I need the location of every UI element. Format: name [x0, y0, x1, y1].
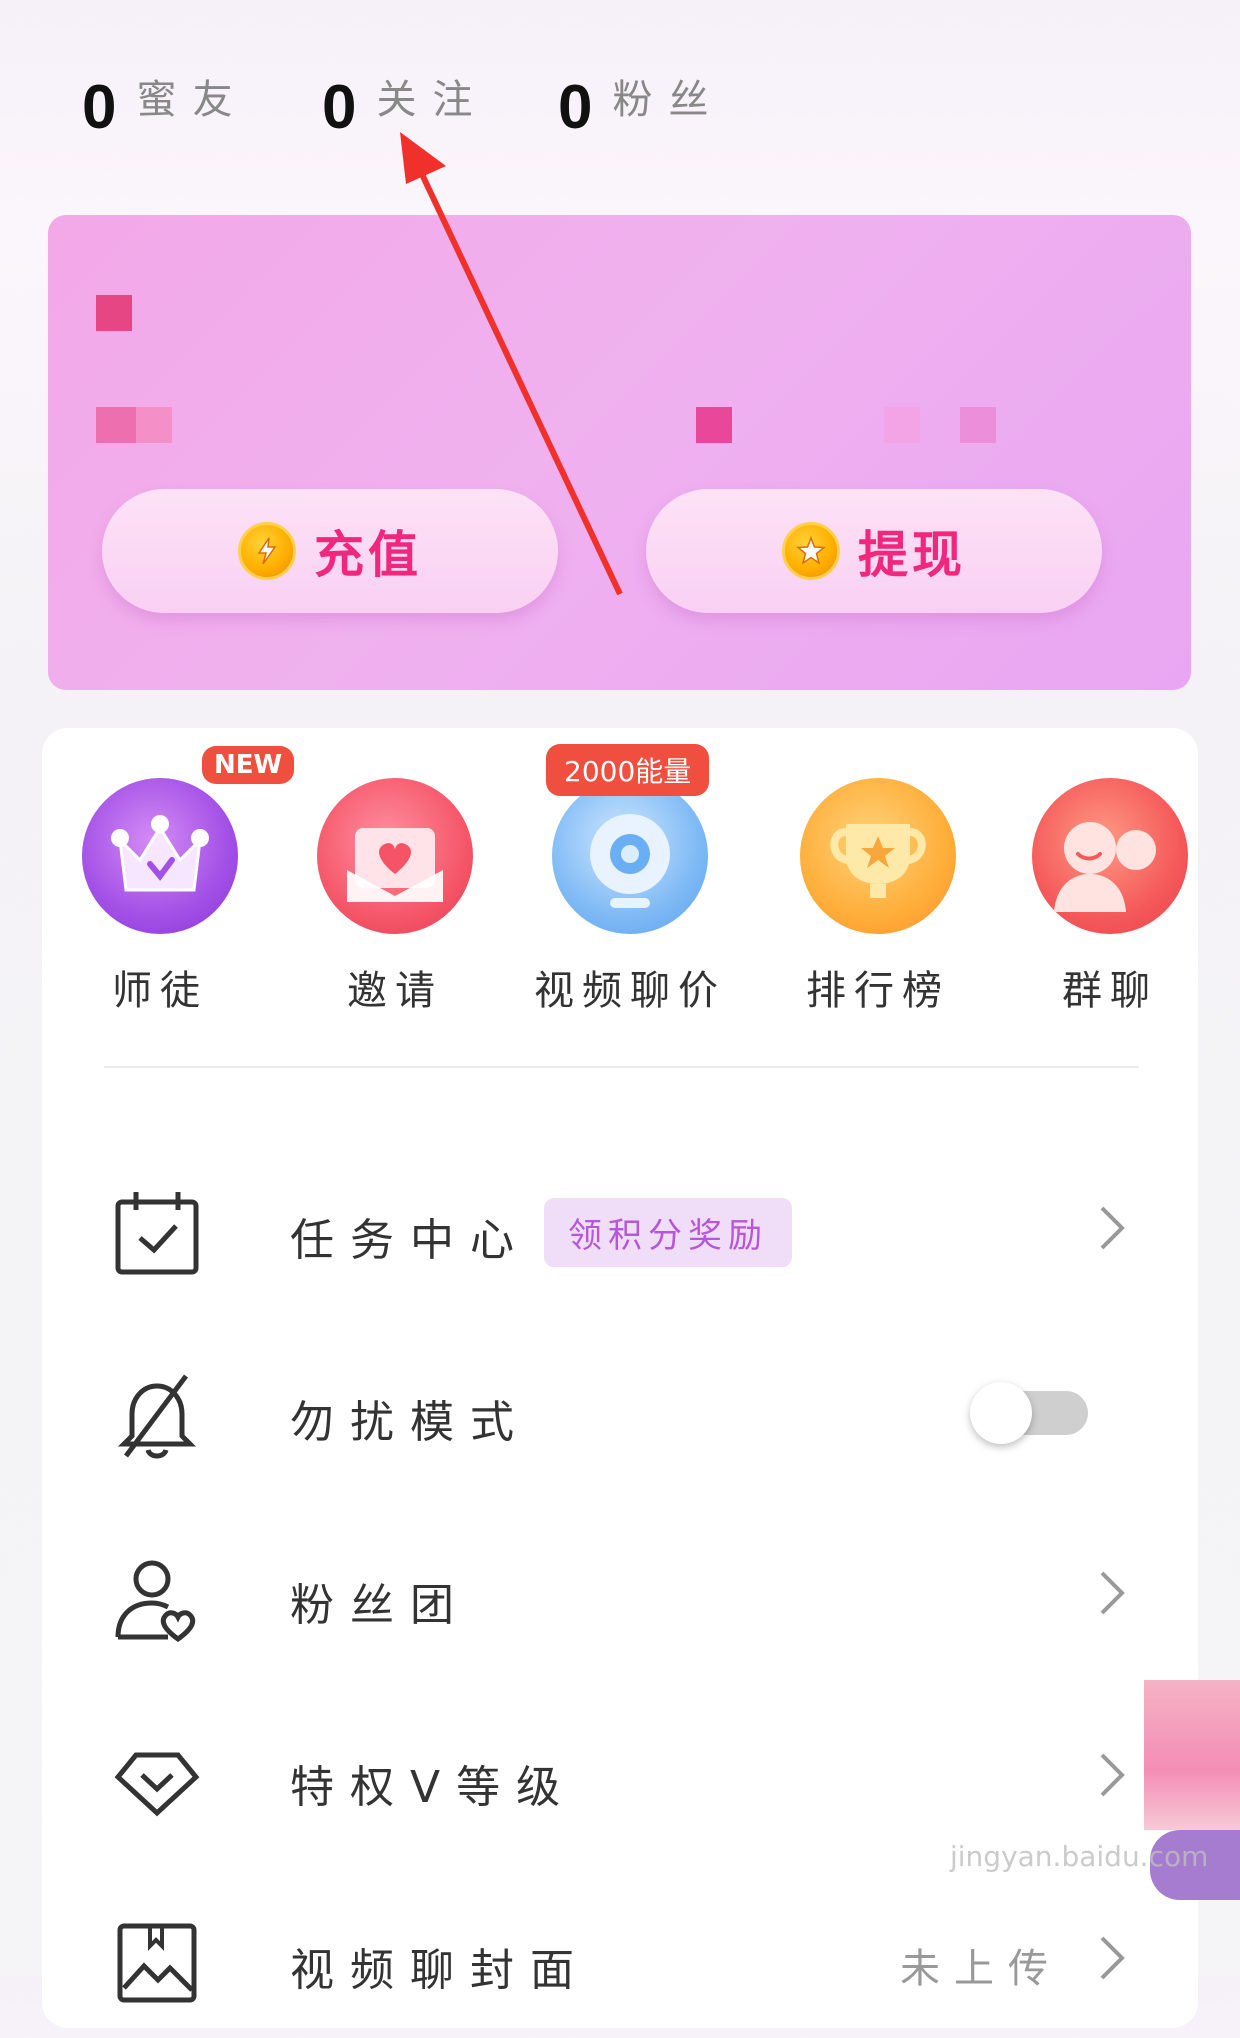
- dnd-label: 勿扰模式: [290, 1397, 530, 1448]
- pixelated-balance-value-2: [136, 407, 172, 443]
- toggle-knob: [970, 1382, 1032, 1444]
- pixelated-earnings-value: [696, 407, 732, 443]
- shortcut-group-chat-label: 群聊: [1062, 968, 1158, 1014]
- privilege-label: 特权V等级: [290, 1762, 577, 1813]
- watermark: jingyan.baidu.com: [950, 1840, 1209, 1873]
- menu-task-center[interactable]: 任务中心 领积分奖励: [42, 1158, 1198, 1308]
- trophy-icon: [800, 778, 956, 934]
- energy-badge: 2000能量: [546, 744, 710, 796]
- shortcut-group-chat[interactable]: 群聊: [1010, 778, 1210, 1016]
- stat-friends-count: 0: [82, 73, 117, 142]
- pixelated-float-widget[interactable]: [1144, 1680, 1240, 1830]
- chevron-right-icon: [1100, 1936, 1125, 1980]
- reward-tag: 领积分奖励: [544, 1198, 792, 1267]
- dnd-toggle[interactable]: [970, 1382, 1088, 1444]
- shortcut-mentor-label: 师徒: [112, 968, 208, 1014]
- divider: [104, 1066, 1139, 1068]
- stat-fans-label: 粉丝: [612, 77, 725, 123]
- menu-fan-club[interactable]: 粉丝团: [42, 1523, 1198, 1673]
- person-heart-icon: [115, 1560, 196, 1643]
- lightning-icon: [238, 522, 296, 580]
- shortcut-leaderboard-label: 排行榜: [806, 968, 950, 1014]
- new-badge: NEW: [202, 746, 295, 784]
- pixelated-balance-label: [96, 295, 132, 331]
- pixelated-earnings-value-2: [884, 407, 920, 443]
- video-cover-label: 视频聊封面: [290, 1945, 590, 1996]
- recharge-button[interactable]: 充值: [102, 489, 558, 613]
- stat-fans[interactable]: 0 粉丝: [558, 70, 724, 146]
- withdraw-label: 提现: [858, 526, 966, 584]
- task-center-label: 任务中心: [290, 1215, 530, 1266]
- stat-following-count: 0: [322, 73, 357, 142]
- chevron-right-icon: [1100, 1753, 1125, 1797]
- star-coin-icon: [782, 522, 840, 580]
- image-icon: [117, 1923, 197, 2003]
- chevron-right-icon: [1100, 1206, 1125, 1250]
- recharge-label: 充值: [314, 526, 422, 584]
- webcam-icon: [552, 778, 708, 934]
- pixelated-earnings-value-3: [960, 407, 996, 443]
- withdraw-button[interactable]: 提现: [646, 489, 1102, 613]
- group-chat-icon: [1032, 778, 1188, 934]
- stats-bar: 0 蜜友 0 关注 0 粉丝: [0, 0, 1240, 210]
- fan-club-label: 粉丝团: [290, 1580, 470, 1631]
- shortcut-leaderboard[interactable]: 排行榜: [778, 778, 978, 1016]
- stat-friends[interactable]: 0 蜜友: [82, 70, 248, 146]
- stat-following-label: 关注: [376, 77, 489, 123]
- stat-following[interactable]: 0 关注: [322, 70, 488, 146]
- shortcut-invite[interactable]: 邀请: [295, 778, 495, 1016]
- shortcut-video-price-label: 视频聊价: [534, 968, 726, 1014]
- diamond-icon: [114, 1752, 200, 1817]
- menu-video-cover[interactable]: 视频聊封面 未上传: [42, 1888, 1198, 2038]
- menu-do-not-disturb: 勿扰模式: [42, 1340, 1198, 1490]
- stat-fans-count: 0: [558, 73, 593, 142]
- shortcut-mentor[interactable]: NEW 师徒: [60, 746, 295, 1016]
- feature-card: NEW 师徒 邀请 2000能量 视频聊价 排行榜 群聊 任务中心 领积分奖励 …: [42, 728, 1198, 2028]
- chevron-right-icon: [1100, 1571, 1125, 1615]
- menu-privilege-level[interactable]: 特权V等级: [42, 1705, 1198, 1855]
- calendar-check-icon: [115, 1192, 199, 1275]
- pixelated-balance-value: [96, 407, 136, 443]
- bell-off-icon: [117, 1374, 197, 1459]
- wallet-card: 充值 提现: [48, 215, 1191, 690]
- stat-friends-label: 蜜友: [136, 77, 249, 123]
- envelope-heart-icon: [317, 778, 473, 934]
- shortcut-invite-label: 邀请: [347, 968, 443, 1014]
- shortcut-video-price[interactable]: 2000能量 视频聊价: [530, 744, 730, 1016]
- upload-status: 未上传: [900, 1946, 1062, 1992]
- crown-icon: [82, 778, 238, 934]
